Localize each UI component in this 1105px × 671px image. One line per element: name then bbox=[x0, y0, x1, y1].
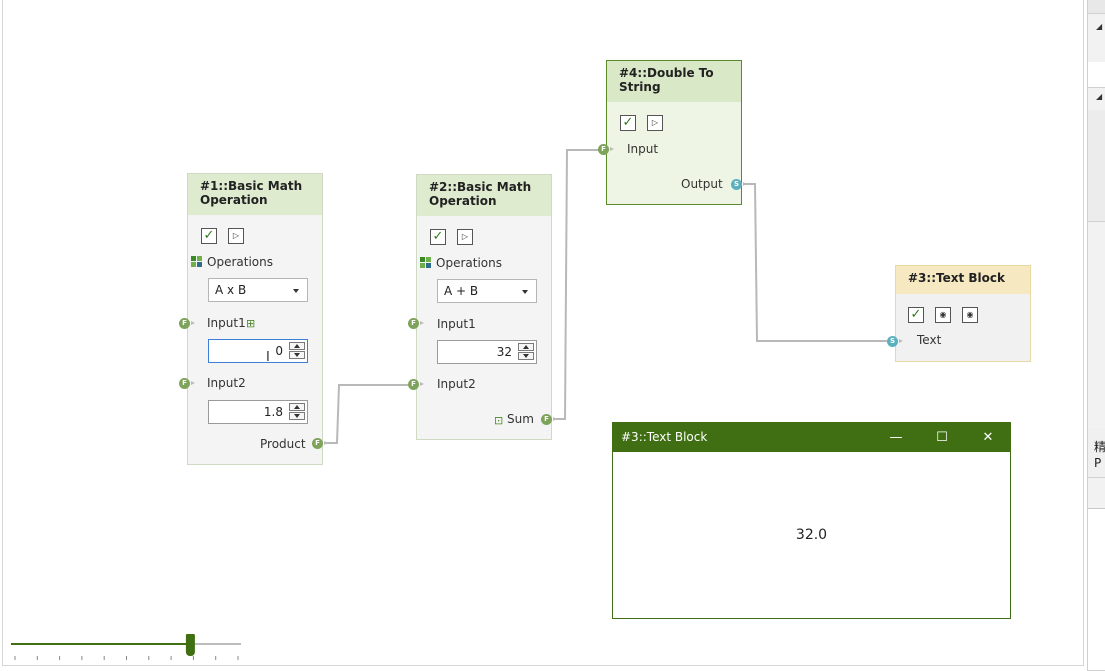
increment-button[interactable] bbox=[518, 343, 534, 351]
input1-stepper[interactable]: 0 bbox=[208, 339, 308, 363]
input-label: Input bbox=[627, 142, 659, 156]
sum-icon: ⊡ bbox=[494, 414, 504, 427]
window-titlebar[interactable]: #3::Text Block — ☐ ✕ bbox=[613, 423, 1010, 452]
panel-header bbox=[1088, 0, 1105, 14]
chevron-down-icon bbox=[522, 290, 528, 294]
input1-value: 32 bbox=[496, 345, 512, 359]
input1-stepper[interactable]: 32 bbox=[437, 340, 537, 364]
panel-row[interactable] bbox=[1088, 110, 1105, 222]
text-port[interactable]: S bbox=[887, 336, 903, 347]
product-port[interactable]: F bbox=[312, 438, 328, 449]
preview-eye-icon[interactable]: ◉ bbox=[935, 307, 951, 323]
enable-checkbox[interactable]: ✓ bbox=[908, 307, 924, 323]
operations-label: Operations bbox=[207, 255, 273, 269]
panel-row[interactable] bbox=[1088, 62, 1105, 88]
operation-select[interactable]: A x B bbox=[208, 278, 308, 302]
panel-char-2: P bbox=[1094, 456, 1102, 470]
output-port[interactable]: S bbox=[731, 179, 747, 190]
node-editor-canvas[interactable]: #1::Basic Math Operation ✓ ▷ Operations … bbox=[2, 0, 1084, 666]
zoom-slider-thumb bbox=[185, 634, 195, 656]
input2-port[interactable]: F bbox=[408, 379, 424, 390]
collapse-arrow-icon[interactable]: ◢ bbox=[1096, 22, 1102, 31]
node-double-to-string[interactable]: #4::Double To String ✓ ▷ F Input Output … bbox=[598, 60, 747, 205]
input1-label: Input1 bbox=[207, 316, 246, 330]
node-basic-math-1[interactable]: #1::Basic Math Operation ✓ ▷ Operations … bbox=[179, 173, 328, 465]
run-button[interactable]: ▷ bbox=[457, 229, 473, 245]
window-title: #3::Text Block bbox=[621, 430, 708, 444]
panel-input-area[interactable] bbox=[1088, 508, 1105, 671]
input1-value: 0 bbox=[275, 344, 283, 358]
operation-value: A + B bbox=[444, 284, 479, 298]
sum-label: Sum bbox=[507, 412, 534, 426]
zoom-slider-ticks bbox=[14, 656, 239, 660]
input2-port[interactable]: F bbox=[179, 378, 195, 389]
node-text-block[interactable]: #3::Text Block ✓ ◉ ◉ S Text bbox=[887, 265, 1031, 362]
minimize-button[interactable]: — bbox=[873, 423, 919, 452]
node-title[interactable]: #2::Basic Math Operation bbox=[417, 175, 551, 216]
operation-select[interactable]: A + B bbox=[437, 279, 537, 303]
sum-port[interactable]: F bbox=[541, 414, 557, 425]
decrement-button[interactable] bbox=[289, 351, 305, 359]
node-basic-math-2[interactable]: #2::Basic Math Operation ✓ ▷ Operations … bbox=[408, 174, 557, 440]
text-block-window[interactable]: #3::Text Block — ☐ ✕ 32.0 bbox=[612, 422, 1011, 619]
input1-label: Input1 bbox=[437, 317, 476, 331]
operations-icon bbox=[191, 256, 203, 268]
preview-window-icon[interactable]: ◉ bbox=[962, 307, 978, 323]
run-button[interactable]: ▷ bbox=[228, 228, 244, 244]
text-content: 32.0 bbox=[795, 527, 828, 543]
collapse-arrow-icon[interactable]: ◢ bbox=[1096, 92, 1102, 101]
operations-label: Operations bbox=[436, 256, 502, 270]
decrement-button[interactable] bbox=[518, 352, 534, 360]
enable-checkbox[interactable]: ✓ bbox=[430, 229, 446, 245]
link-icon: ⊞ bbox=[246, 317, 256, 330]
decrement-button[interactable] bbox=[289, 412, 305, 420]
enable-checkbox[interactable]: ✓ bbox=[201, 228, 217, 244]
output-label: Output bbox=[681, 177, 723, 191]
input2-value: 1.8 bbox=[263, 405, 283, 419]
increment-button[interactable] bbox=[289, 342, 305, 350]
input2-label: Input2 bbox=[437, 377, 476, 391]
increment-button[interactable] bbox=[289, 403, 305, 411]
input1-port[interactable]: F bbox=[179, 318, 195, 329]
wire-product-to-input2 bbox=[325, 384, 408, 444]
panel-char-1: 精 bbox=[1094, 440, 1105, 454]
zoom-slider[interactable] bbox=[11, 634, 243, 662]
text-cursor-icon: I bbox=[266, 350, 270, 365]
product-label: Product bbox=[260, 437, 306, 451]
chevron-down-icon bbox=[293, 289, 299, 293]
node-title[interactable]: #1::Basic Math Operation bbox=[188, 174, 322, 215]
operations-icon bbox=[420, 257, 432, 269]
enable-checkbox[interactable]: ✓ bbox=[620, 115, 636, 131]
text-label: Text bbox=[917, 333, 942, 347]
close-button[interactable]: ✕ bbox=[965, 423, 1011, 452]
wire-output-to-text bbox=[743, 183, 887, 342]
input2-label: Input2 bbox=[207, 376, 246, 390]
operation-value: A x B bbox=[215, 283, 247, 297]
maximize-button[interactable]: ☐ bbox=[919, 423, 965, 452]
input1-port[interactable]: F bbox=[408, 318, 424, 329]
node-title[interactable]: #4::Double To String bbox=[607, 61, 741, 102]
node-title[interactable]: #3::Text Block bbox=[896, 266, 1030, 294]
input-port[interactable]: F bbox=[598, 144, 614, 155]
run-button[interactable]: ▷ bbox=[647, 115, 663, 131]
input2-stepper[interactable]: 1.8 bbox=[208, 400, 308, 424]
wire-sum-to-input bbox=[554, 149, 599, 420]
right-side-panel[interactable]: ◢ ◢ 精 P bbox=[1087, 0, 1105, 671]
